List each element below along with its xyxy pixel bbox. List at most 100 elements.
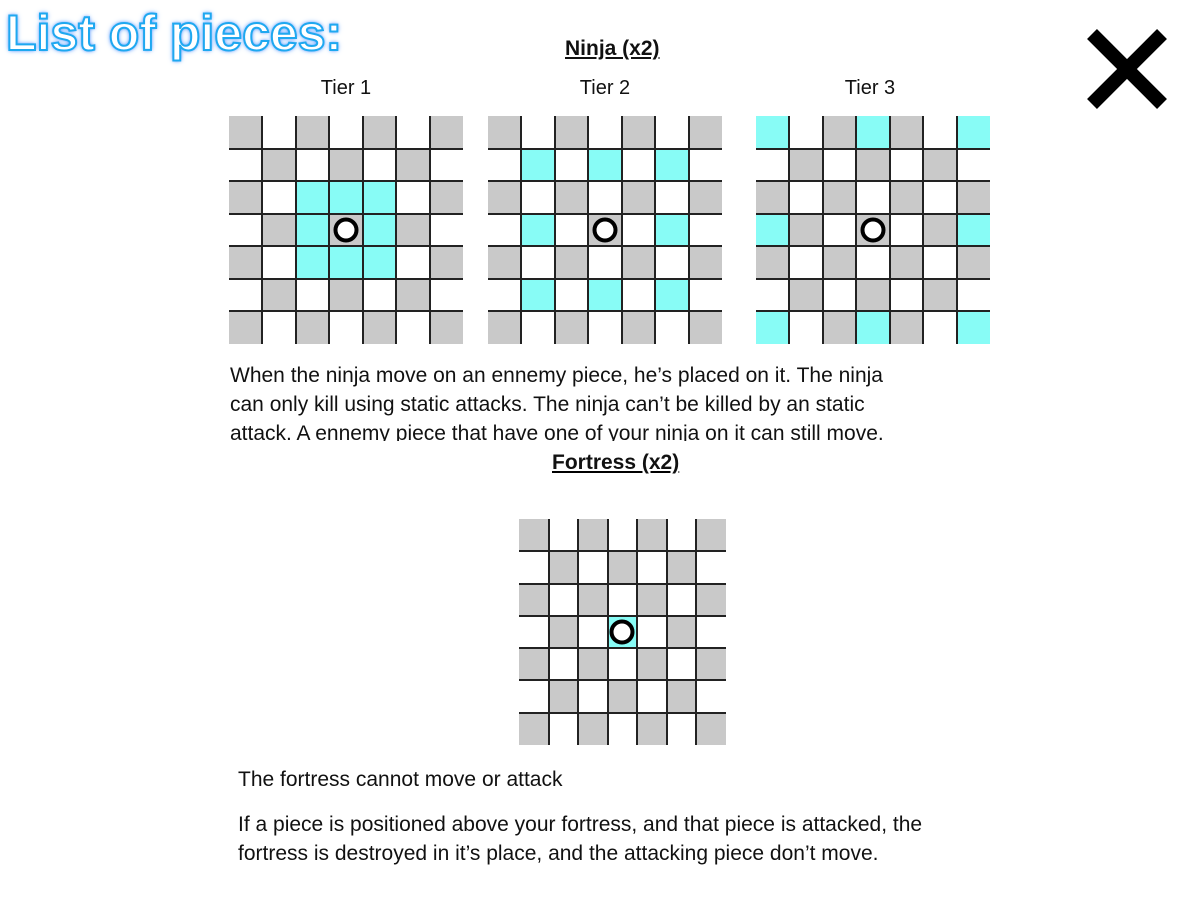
board-cell <box>789 148 823 182</box>
board-cell <box>789 213 823 247</box>
board-cell <box>429 246 463 279</box>
board-cell <box>688 181 722 214</box>
board-cell-highlighted <box>329 181 363 214</box>
fortress-rule-2: If a piece is positioned above your fort… <box>238 810 922 870</box>
board-cell <box>554 116 589 149</box>
fortress-rule-line: fortress is destroyed in it’s place, and… <box>238 842 879 865</box>
board-cell-highlighted <box>756 213 790 247</box>
board-cell-highlighted <box>588 278 622 312</box>
grid-line <box>756 310 990 313</box>
page-title: List of pieces: <box>5 4 343 62</box>
board-cell <box>521 311 554 344</box>
board-cell <box>822 181 857 214</box>
board-cell <box>696 680 726 712</box>
board-cell <box>578 551 608 583</box>
board-cell <box>889 116 924 149</box>
board-cell <box>756 149 789 182</box>
board-cell <box>666 551 697 584</box>
board-cell <box>578 648 608 681</box>
board-cell <box>396 213 430 247</box>
board-cell <box>689 279 722 312</box>
board-cell <box>607 680 638 713</box>
board-cell <box>923 311 956 344</box>
board-cell <box>621 116 656 149</box>
board-cell <box>890 149 923 182</box>
board-cell <box>488 214 521 247</box>
board-cell <box>488 116 522 149</box>
board-cell-highlighted <box>521 148 555 182</box>
board-cell <box>262 311 295 344</box>
board-cell <box>696 519 726 552</box>
board-cell <box>667 713 697 745</box>
board-cell-highlighted <box>295 246 330 279</box>
board-cell <box>554 246 589 279</box>
board-cell-highlighted <box>362 181 397 214</box>
board-cell <box>329 311 362 344</box>
board-cell <box>923 116 956 149</box>
board-cell <box>956 246 990 279</box>
board-cell-highlighted <box>956 213 990 247</box>
board-cell-highlighted <box>607 615 638 649</box>
board-cell <box>362 116 397 149</box>
board-cell <box>637 616 667 648</box>
board-cell <box>789 246 822 279</box>
ninja-heading: Ninja (x2) <box>565 37 660 60</box>
board-cell <box>519 648 549 681</box>
board-cell <box>756 246 790 279</box>
board-cell <box>229 149 262 182</box>
board-cell <box>555 214 588 247</box>
board-cell <box>696 551 726 583</box>
board-cell <box>655 181 688 214</box>
board-cell <box>519 616 549 648</box>
piece-marker-icon <box>333 217 359 243</box>
board-cell <box>229 246 263 279</box>
fortress-rule-1: The fortress cannot move or attack <box>238 768 563 791</box>
ninja-description: When the ninja move on an ennemy piece, … <box>230 361 884 441</box>
board-cell <box>688 116 722 149</box>
board-cell <box>295 311 330 344</box>
board-cell <box>549 519 579 551</box>
board-cell <box>519 519 549 552</box>
board-cell <box>262 278 296 312</box>
piece-marker-icon <box>609 619 635 645</box>
board-cell <box>554 181 589 214</box>
board-cell <box>519 680 549 712</box>
board-cell <box>588 311 621 344</box>
board-cell <box>696 616 726 648</box>
board-cell <box>756 181 790 214</box>
board-cell <box>549 584 579 616</box>
board-cell <box>688 311 722 344</box>
board-cell <box>856 213 890 247</box>
board-cell <box>229 116 263 149</box>
board-cell-highlighted <box>856 116 890 149</box>
board-cell-highlighted <box>655 278 689 312</box>
board-cell <box>578 616 608 648</box>
board-cell-highlighted <box>362 213 397 247</box>
board-cell <box>637 680 667 712</box>
board-cell <box>488 311 522 344</box>
board-cell <box>329 148 363 182</box>
board-cell <box>889 246 924 279</box>
board-cell <box>889 311 924 344</box>
board-cell <box>329 116 362 149</box>
board-cell <box>696 712 726 745</box>
ninja-description-line: can only kill using static attacks. The … <box>230 393 865 416</box>
close-x-icon[interactable] <box>1082 24 1172 114</box>
board-cell-highlighted <box>956 116 990 149</box>
board-cell <box>789 311 822 344</box>
board-cell <box>578 680 608 712</box>
board-cell-highlighted <box>362 246 397 279</box>
board-cell <box>262 116 295 149</box>
board-cell <box>429 116 463 149</box>
board-cell-highlighted <box>756 311 790 344</box>
board-cell <box>622 149 655 182</box>
board-cell <box>549 713 579 745</box>
board-cell <box>655 116 688 149</box>
board-cell <box>555 279 588 312</box>
board-cell <box>655 311 688 344</box>
board-cell <box>488 149 521 182</box>
board-cell <box>396 278 430 312</box>
grid-line <box>488 310 722 313</box>
board-cell-highlighted <box>655 213 689 247</box>
piece-marker-icon <box>592 217 618 243</box>
